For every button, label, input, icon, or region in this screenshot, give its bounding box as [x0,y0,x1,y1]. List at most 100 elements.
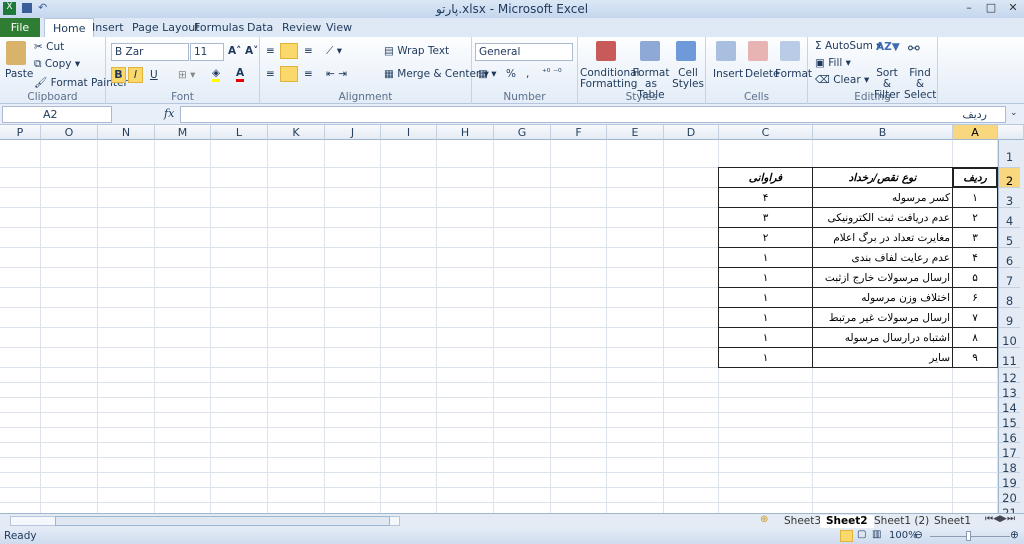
row-header-14[interactable]: 14 [998,398,1020,415]
row-header-1[interactable]: 1 [998,140,1020,168]
cell[interactable] [381,328,437,348]
row-header-11[interactable]: 11 [998,348,1020,368]
cell[interactable] [437,398,494,413]
cell[interactable] [211,413,268,428]
cell[interactable] [813,413,953,428]
column-header-D[interactable]: D [664,125,719,140]
cell[interactable] [211,458,268,473]
cell[interactable] [211,188,268,208]
cell[interactable] [813,503,953,513]
column-header-F[interactable]: F [551,125,607,140]
defect-type-cell[interactable]: ارسال مرسولات خارج ازثبت [812,267,953,288]
column-header-B[interactable]: B [813,125,953,140]
cell[interactable] [607,208,664,228]
cell[interactable] [211,503,268,513]
cell[interactable] [98,188,155,208]
cell[interactable] [155,458,211,473]
cell[interactable] [211,308,268,328]
cell[interactable] [437,248,494,268]
cell[interactable] [41,413,98,428]
cell[interactable] [437,383,494,398]
cell[interactable] [551,288,607,308]
cell[interactable] [607,503,664,513]
bottom-align-icon[interactable]: ≡ [304,45,313,57]
cell[interactable] [211,248,268,268]
cell[interactable] [664,288,719,308]
cell[interactable] [437,228,494,248]
cell[interactable] [551,443,607,458]
cell[interactable] [551,473,607,488]
cell[interactable] [719,503,813,513]
row-number-cell[interactable]: ۲ [952,207,998,228]
column-header-J[interactable]: J [325,125,381,140]
cell[interactable] [0,228,41,248]
cell[interactable] [268,308,325,328]
cell[interactable] [437,308,494,328]
cell[interactable] [551,503,607,513]
cell[interactable] [268,458,325,473]
row-header-10[interactable]: 10 [998,328,1020,348]
cell[interactable] [155,473,211,488]
italic-button[interactable]: I [128,67,143,83]
cell[interactable] [607,488,664,503]
cell[interactable] [551,268,607,288]
cell[interactable] [0,428,41,443]
row-number-cell[interactable]: ۴ [952,247,998,268]
cell[interactable] [325,413,381,428]
row-number-cell[interactable]: ۱ [952,187,998,208]
cell[interactable] [494,458,551,473]
cell[interactable] [325,268,381,288]
cell[interactable] [437,428,494,443]
cell[interactable] [0,248,41,268]
cell[interactable] [325,328,381,348]
cell[interactable] [0,268,41,288]
format-button[interactable]: Format [775,68,812,80]
cell[interactable] [98,413,155,428]
cell[interactable] [664,308,719,328]
middle-align-button[interactable] [280,43,298,59]
column-header-G[interactable]: G [494,125,551,140]
cell[interactable] [325,228,381,248]
cell[interactable] [551,188,607,208]
cell[interactable] [551,168,607,188]
cell[interactable] [494,208,551,228]
row-header-6[interactable]: 6 [998,248,1020,268]
cell[interactable] [325,458,381,473]
frequency-cell[interactable]: ۱ [718,287,813,308]
cell[interactable] [953,488,998,503]
cell[interactable] [211,288,268,308]
cell[interactable] [268,208,325,228]
frequency-cell[interactable]: ۱ [718,247,813,268]
cell[interactable] [551,413,607,428]
cell[interactable] [155,288,211,308]
cell[interactable] [381,248,437,268]
cell[interactable] [664,488,719,503]
name-box[interactable]: A2 [2,106,112,123]
column-header-M[interactable]: M [155,125,211,140]
cell[interactable] [607,413,664,428]
cell[interactable] [155,383,211,398]
cell[interactable] [98,398,155,413]
cell[interactable] [325,428,381,443]
cell[interactable] [268,348,325,368]
font-name-select[interactable]: B Zar [111,43,189,61]
row-header-8[interactable]: 8 [998,288,1020,308]
cell[interactable] [41,288,98,308]
cell[interactable] [325,443,381,458]
cell[interactable] [268,168,325,188]
cell[interactable] [211,168,268,188]
cell[interactable] [381,413,437,428]
defect-type-cell[interactable]: سایر [812,347,953,368]
cell[interactable] [813,398,953,413]
cell[interactable] [98,248,155,268]
cell[interactable] [494,188,551,208]
cell[interactable] [381,398,437,413]
cut-button[interactable]: ✂ Cut [34,41,64,53]
formula-input[interactable]: ردیف [180,106,1006,123]
cell[interactable] [664,398,719,413]
cell[interactable] [268,443,325,458]
cell[interactable] [155,268,211,288]
cell[interactable] [953,458,998,473]
cell[interactable] [268,140,325,168]
maximize-icon[interactable]: □ [980,1,1002,16]
